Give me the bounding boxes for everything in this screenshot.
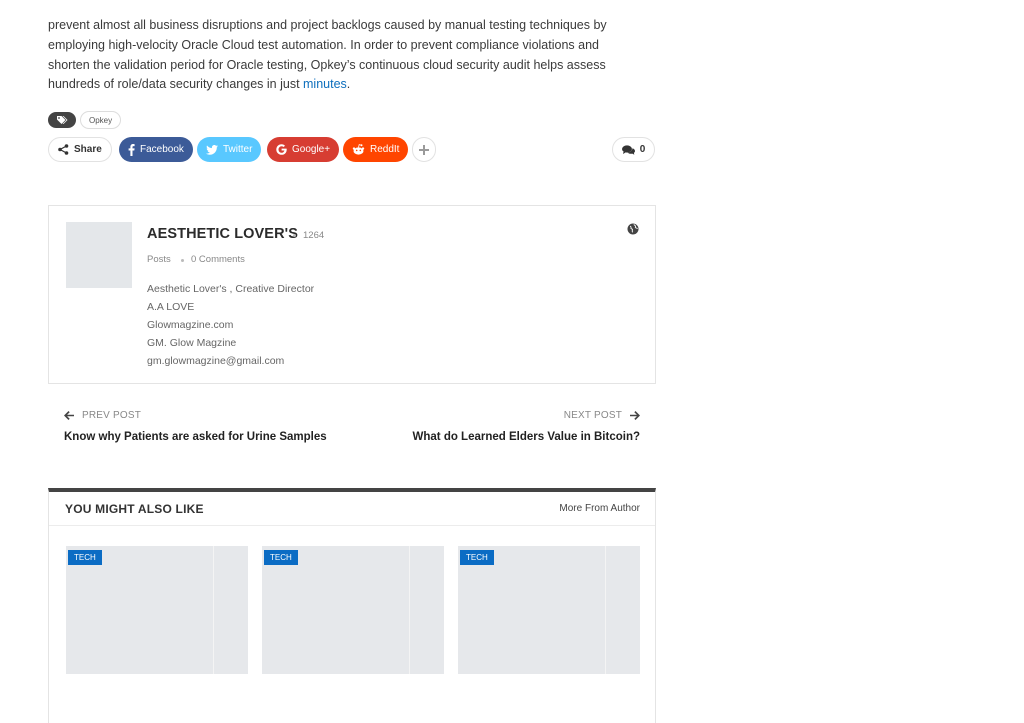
author-bio-line: A.A LOVE [147, 301, 195, 313]
author-posts-count[interactable]: 1264 [303, 230, 324, 241]
more-from-author-link[interactable]: More From Author [559, 503, 640, 514]
reddit-label: ReddIt [370, 144, 400, 155]
author-bio-line: gm.glowmagzine@gmail.com [147, 355, 285, 367]
related-header: YOU MIGHT ALSO LIKE More From Author [49, 492, 655, 526]
share-bar: Share Facebook Twitter Google+ ReddIt 0 [48, 137, 656, 163]
related-posts-section: YOU MIGHT ALSO LIKE More From Author TEC… [48, 488, 656, 723]
separator-dot [293, 234, 296, 237]
comments-count: 0 [639, 144, 646, 155]
category-badge[interactable]: TECH [460, 550, 494, 565]
facebook-share-button[interactable]: Facebook [119, 137, 193, 162]
plus-icon [419, 144, 429, 155]
card-thumbnail[interactable] [66, 546, 214, 674]
category-badge[interactable]: TECH [264, 550, 298, 565]
share-icon [58, 144, 69, 155]
article-paragraph: prevent almost all business disruptions … [48, 16, 628, 95]
tags-row: Opkey [48, 111, 122, 129]
reddit-share-button[interactable]: ReddIt [343, 137, 409, 162]
card-thumbnail[interactable] [262, 546, 410, 674]
next-post-nav[interactable]: NEXT POST What do Learned Elders Value i… [413, 410, 640, 443]
twitter-share-button[interactable]: Twitter [197, 137, 262, 162]
author-posts-label[interactable]: Posts [147, 254, 171, 265]
related-card[interactable]: TECH [458, 546, 640, 674]
related-title[interactable]: YOU MIGHT ALSO LIKE [65, 502, 204, 516]
comments-count-button[interactable]: 0 [612, 137, 655, 162]
tag-opkey[interactable]: Opkey [80, 111, 122, 129]
arrow-left-icon [64, 411, 74, 420]
next-post-label: NEXT POST [563, 410, 622, 421]
tag-icon [48, 112, 76, 128]
minutes-link[interactable]: minutes [303, 77, 347, 91]
article-trailing-period: . [346, 77, 351, 92]
author-bio-line: Glowmagzine.com [147, 319, 234, 331]
separator-dot [181, 259, 184, 262]
more-share-button[interactable] [412, 137, 436, 162]
prev-post-title[interactable]: Know why Patients are asked for Urine Sa… [64, 431, 327, 443]
author-box: AESTHETIC LOVER'S 1264 Posts 0 Comments … [48, 205, 656, 384]
twitter-icon [206, 144, 218, 155]
author-bio: Aesthetic Lover's , Creative Director A.… [147, 280, 314, 370]
twitter-label: Twitter [223, 144, 253, 155]
author-name[interactable]: AESTHETIC LOVER'S [147, 226, 298, 242]
prev-post-nav[interactable]: PREV POST Know why Patients are asked fo… [64, 410, 327, 443]
next-post-title[interactable]: What do Learned Elders Value in Bitcoin? [413, 431, 640, 443]
facebook-icon [128, 143, 135, 156]
arrow-right-icon [630, 411, 640, 420]
prev-post-label: PREV POST [82, 410, 142, 421]
share-text: Share [74, 144, 102, 155]
related-card[interactable]: TECH [262, 546, 444, 674]
author-comments: 0 Comments [191, 254, 245, 265]
google-icon [276, 144, 287, 155]
next-post-header: NEXT POST [413, 410, 640, 421]
category-badge[interactable]: TECH [68, 550, 102, 565]
share-label: Share [48, 137, 112, 162]
prev-post-header: PREV POST [64, 410, 327, 421]
author-bio-line: Aesthetic Lover's , Creative Director [147, 283, 315, 295]
related-card[interactable]: TECH [66, 546, 248, 674]
author-avatar[interactable] [66, 222, 132, 288]
globe-icon[interactable] [627, 223, 639, 235]
facebook-label: Facebook [140, 144, 184, 155]
card-thumbnail[interactable] [458, 546, 606, 674]
google-plus-share-button[interactable]: Google+ [267, 137, 340, 162]
author-bio-line: GM. Glow Magzine [147, 337, 237, 349]
reddit-icon [352, 144, 365, 155]
google-label: Google+ [292, 144, 331, 155]
comments-icon [621, 144, 635, 155]
